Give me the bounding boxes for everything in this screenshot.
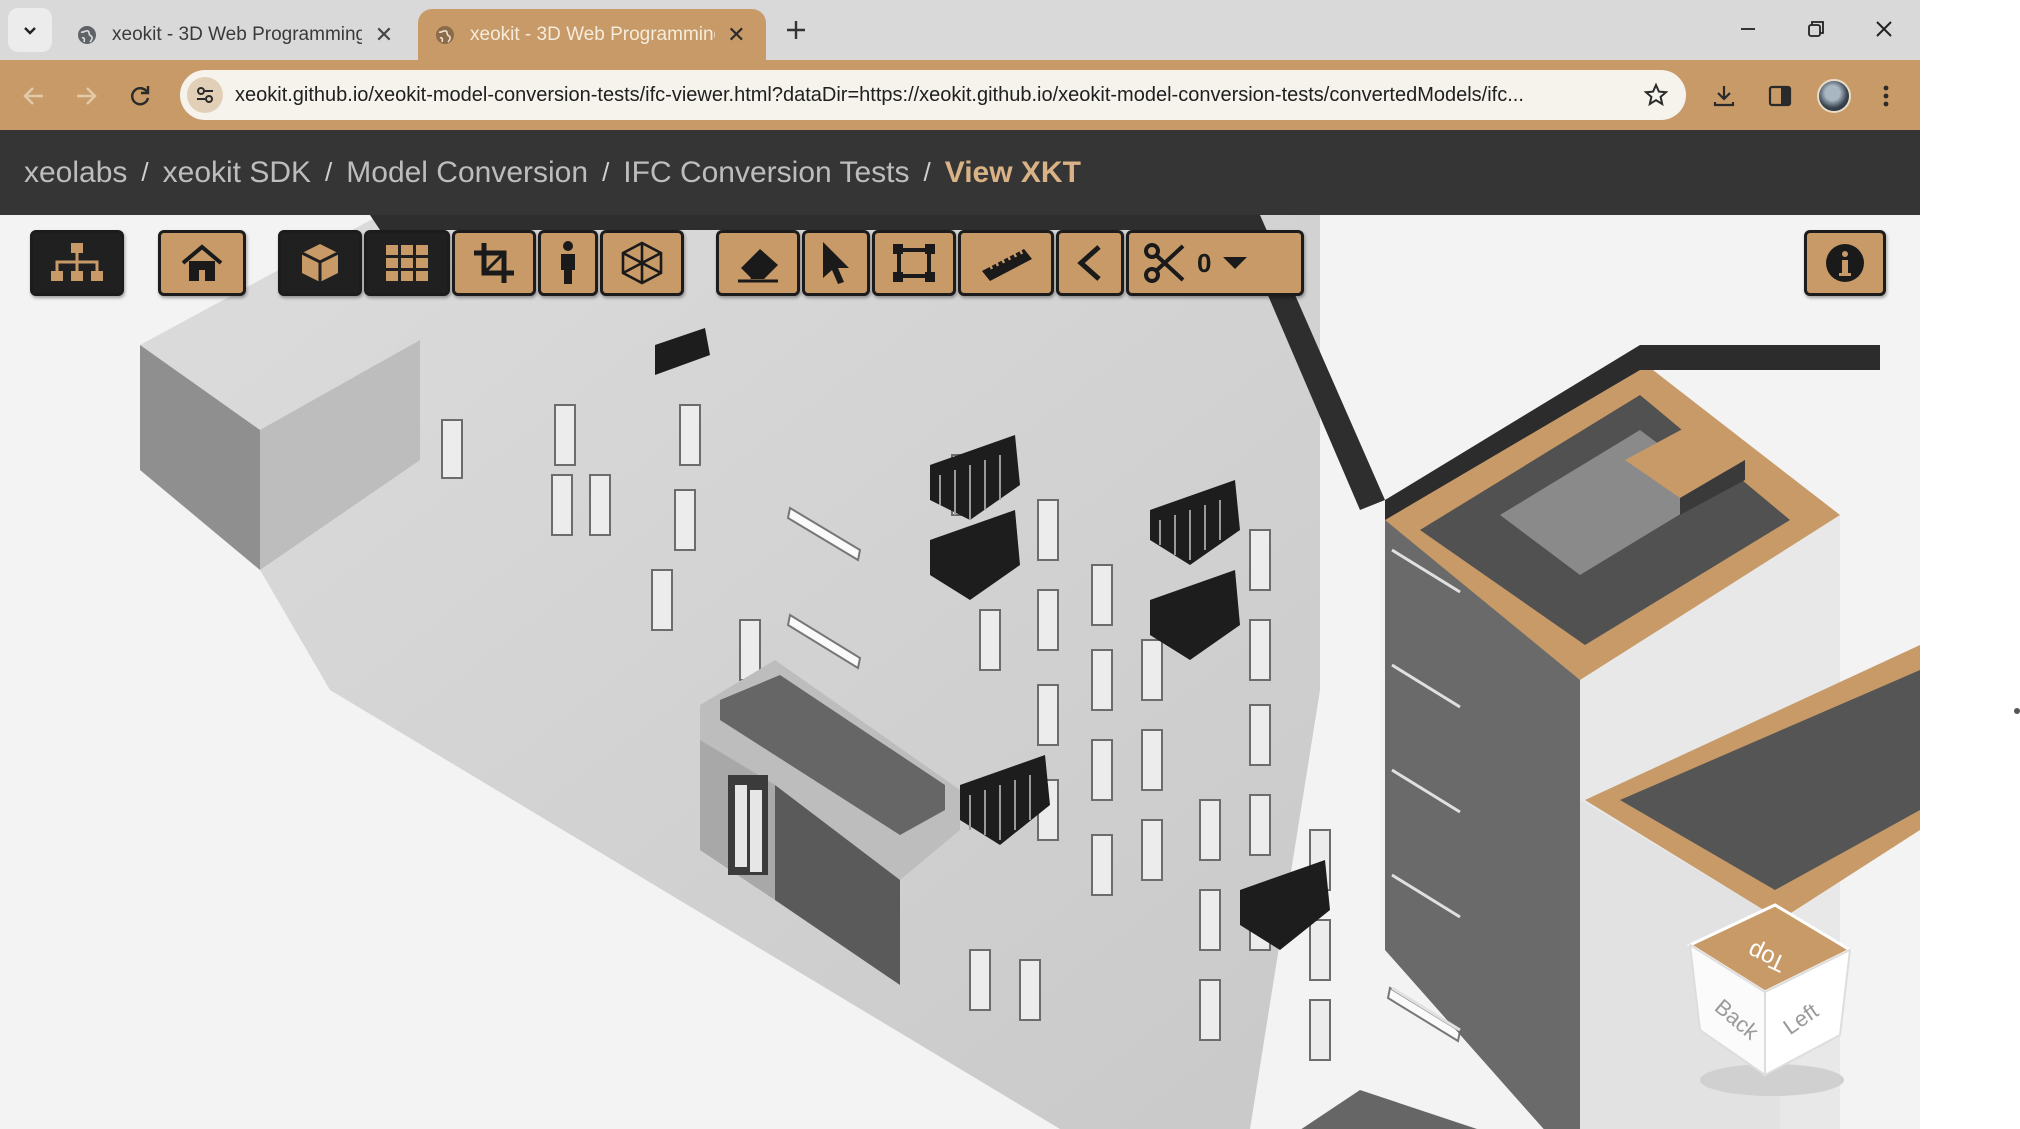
bookmark-button[interactable] bbox=[1638, 77, 1674, 113]
desktop-dot bbox=[2014, 708, 2020, 714]
breadcrumb-link-sdk[interactable]: xeokit SDK bbox=[163, 156, 311, 190]
globe-icon bbox=[78, 25, 96, 44]
breadcrumb-link-xeolabs[interactable]: xeolabs bbox=[24, 156, 127, 190]
side-panel-icon bbox=[1768, 85, 1792, 107]
star-icon bbox=[1643, 82, 1669, 107]
ruler-icon bbox=[982, 247, 1032, 281]
reset-view-button[interactable] bbox=[158, 230, 246, 296]
breadcrumb-current: View XKT bbox=[944, 155, 1081, 189]
breadcrumb-separator: / bbox=[141, 157, 149, 187]
nav-cube[interactable]: Top Back Left bbox=[1680, 900, 1860, 1100]
wireframe-cube-icon bbox=[621, 241, 663, 285]
info-icon bbox=[1826, 244, 1864, 282]
forward-button[interactable] bbox=[64, 74, 108, 118]
breadcrumb-link-ifc-tests[interactable]: IFC Conversion Tests bbox=[623, 156, 909, 190]
cursor-icon bbox=[823, 242, 849, 284]
minimize-icon bbox=[1741, 28, 1755, 30]
breadcrumb: xeolabs / xeokit SDK / Model Conversion … bbox=[0, 130, 1920, 215]
restore-icon bbox=[1808, 21, 1824, 37]
measure-angle-button[interactable] bbox=[1056, 230, 1124, 296]
globe-icon bbox=[436, 25, 454, 44]
arrow-right-icon bbox=[77, 87, 97, 105]
chevron-down-icon bbox=[24, 27, 36, 35]
side-panel-button[interactable] bbox=[1758, 74, 1802, 118]
angle-icon bbox=[1077, 245, 1101, 281]
orthographic-button[interactable] bbox=[364, 230, 450, 296]
download-icon bbox=[1713, 86, 1735, 107]
breadcrumb-separator: / bbox=[923, 157, 931, 187]
close-icon bbox=[1876, 21, 1892, 37]
arrow-left-icon bbox=[23, 87, 43, 105]
grid-icon bbox=[386, 245, 428, 281]
sitemap-icon bbox=[51, 243, 103, 281]
select-button[interactable] bbox=[802, 230, 870, 296]
section-tool-button[interactable]: 0 bbox=[1126, 230, 1304, 296]
url-text[interactable]: xeokit.github.io/xeokit-model-conversion… bbox=[235, 70, 1625, 120]
x-ray-button[interactable] bbox=[600, 230, 684, 296]
browser-tab[interactable]: xeokit - 3D Web Programming ✕ bbox=[60, 9, 416, 60]
close-tab-icon[interactable]: ✕ bbox=[723, 21, 750, 49]
minimize-button[interactable] bbox=[1714, 6, 1782, 52]
more-vertical-icon bbox=[1883, 85, 1889, 107]
breadcrumb-separator: / bbox=[602, 157, 610, 187]
site-info-button[interactable] bbox=[187, 77, 223, 113]
info-button[interactable] bbox=[1804, 230, 1886, 296]
person-icon bbox=[561, 241, 575, 284]
reload-icon bbox=[131, 86, 150, 106]
crop-icon bbox=[474, 243, 514, 283]
breadcrumb-separator: / bbox=[325, 157, 333, 187]
browser-tab-active[interactable]: xeokit - 3D Web Programming T ✕ bbox=[418, 9, 766, 60]
tab-strip: xeokit - 3D Web Programming ✕ xeokit - 3… bbox=[0, 0, 1920, 60]
page-content: xeolabs / xeokit SDK / Model Conversion … bbox=[0, 130, 1920, 1129]
desktop-background bbox=[1920, 0, 2020, 1129]
plus-icon bbox=[787, 21, 805, 39]
marquee-select-button[interactable] bbox=[872, 230, 956, 296]
breadcrumb-link-model-conversion[interactable]: Model Conversion bbox=[346, 156, 588, 190]
home-icon bbox=[181, 244, 223, 281]
reload-button[interactable] bbox=[118, 74, 162, 118]
menu-button[interactable] bbox=[1864, 74, 1908, 118]
scissors-icon bbox=[1144, 243, 1185, 283]
new-tab-button[interactable] bbox=[778, 12, 814, 48]
explorer-button[interactable] bbox=[30, 230, 124, 296]
tab-title: xeokit - 3D Web Programming T bbox=[470, 23, 715, 45]
tab-search-button[interactable] bbox=[8, 8, 52, 52]
back-button[interactable] bbox=[12, 74, 56, 118]
marquee-icon bbox=[893, 244, 935, 282]
avatar bbox=[1817, 79, 1851, 113]
address-bar[interactable]: xeokit.github.io/xeokit-model-conversion… bbox=[180, 70, 1686, 120]
tune-icon bbox=[197, 87, 213, 103]
profile-button[interactable] bbox=[1812, 74, 1856, 118]
eraser-icon bbox=[738, 249, 778, 283]
tab-title: xeokit - 3D Web Programming bbox=[112, 23, 362, 45]
fit-view-button[interactable] bbox=[452, 230, 536, 296]
cube-icon bbox=[301, 244, 339, 282]
caret-down-icon[interactable] bbox=[1221, 254, 1249, 272]
hide-objects-button[interactable] bbox=[716, 230, 800, 296]
browser-toolbar: xeokit.github.io/xeokit-model-conversion… bbox=[0, 60, 1920, 130]
measure-distance-button[interactable] bbox=[958, 230, 1054, 296]
restore-button[interactable] bbox=[1782, 6, 1850, 52]
perspective-button[interactable] bbox=[278, 230, 362, 296]
browser-window: xeokit - 3D Web Programming ✕ xeokit - 3… bbox=[0, 0, 1920, 1129]
first-person-button[interactable] bbox=[538, 230, 598, 296]
close-window-button[interactable] bbox=[1850, 6, 1918, 52]
section-count: 0 bbox=[1197, 247, 1212, 278]
close-tab-icon[interactable]: ✕ bbox=[370, 21, 398, 49]
downloads-button[interactable] bbox=[1702, 74, 1746, 118]
